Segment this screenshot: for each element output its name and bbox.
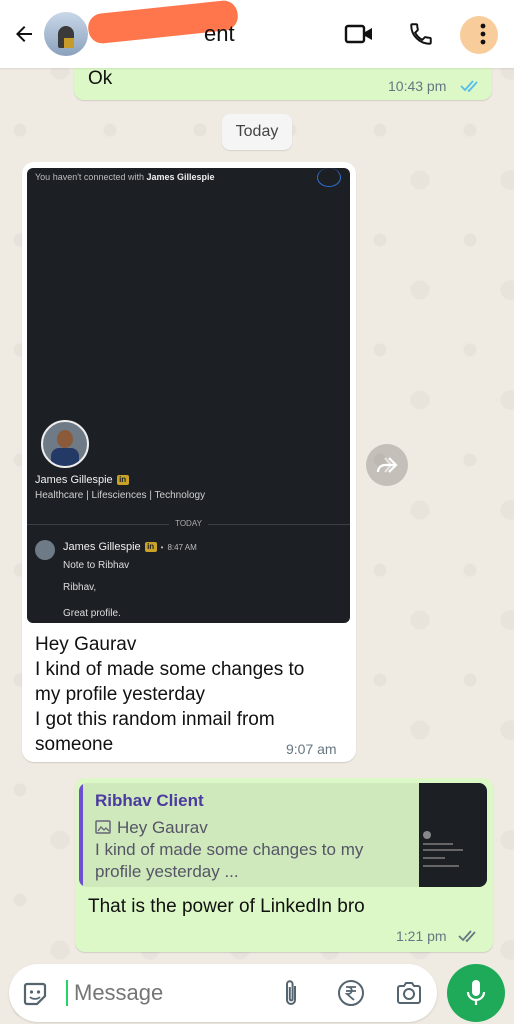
linkedin-badge-icon: in [144, 542, 157, 552]
linkedin-body-line: Ribhav, [63, 582, 97, 593]
voice-record-button[interactable] [447, 964, 505, 1022]
video-call-button[interactable] [328, 12, 390, 56]
voice-call-button[interactable] [390, 12, 452, 56]
image-icon [95, 820, 111, 834]
more-options-button[interactable] [452, 12, 514, 56]
screenshot-connection-note: You haven't connected with James Gillesp… [35, 172, 215, 182]
linkedin-badge-icon: in [116, 475, 129, 485]
read-ticks-icon [460, 80, 478, 93]
sticker-button[interactable] [21, 980, 49, 1013]
contact-avatar[interactable] [44, 12, 88, 56]
linkedin-subject: Note to Ribhav [63, 560, 130, 571]
linkedin-sender-avatar [35, 540, 55, 560]
mic-icon [466, 980, 486, 1005]
message-text: Ok [88, 68, 113, 89]
message-time: 9:07 am [286, 741, 337, 757]
rupee-payment-icon [338, 980, 364, 1006]
quoted-sender-name: Ribhav Client [95, 791, 204, 810]
linkedin-profile-name: James Gillespie in [35, 474, 129, 486]
message-composer [9, 964, 437, 1022]
camera-button[interactable] [393, 977, 425, 1009]
text-cursor [66, 980, 68, 1006]
message-time: 1:21 pm [396, 928, 447, 944]
linkedin-sender: James Gillespie in • 8:47 AM [63, 541, 197, 553]
attach-icon [286, 980, 296, 1005]
delivered-ticks-icon [458, 930, 476, 943]
linkedin-profile-avatar [41, 420, 89, 468]
video-call-icon [344, 24, 372, 44]
quoted-message[interactable]: Ribhav Client Hey Gaurav I kind of made … [79, 783, 487, 887]
screenshot-profile-icon [317, 168, 341, 187]
linkedin-headline: Healthcare | Lifesciences | Technology [35, 490, 206, 501]
forward-icon [376, 457, 398, 473]
back-arrow-icon [16, 26, 32, 42]
voice-call-icon [410, 23, 432, 45]
chat-header: ent [0, 0, 514, 68]
forward-button[interactable] [366, 444, 408, 486]
message-input[interactable] [72, 979, 276, 1007]
message-time: 10:43 pm [388, 78, 447, 94]
message-text: That is the power of LinkedIn bro [88, 896, 365, 917]
sticker-icon [23, 982, 47, 1006]
linkedin-date-label: TODAY [27, 519, 350, 528]
date-separator: Today [222, 114, 292, 150]
quoted-text: Hey Gaurav I kind of made some changes t… [95, 818, 364, 881]
payment-button[interactable] [335, 977, 367, 1009]
attach-button[interactable] [275, 977, 307, 1009]
back-button[interactable] [4, 14, 44, 54]
linkedin-body-line: Great profile. [63, 608, 121, 619]
more-options-icon [480, 23, 486, 45]
quoted-image-thumbnail [419, 783, 487, 887]
contact-name[interactable]: ent [86, 0, 270, 47]
linkedin-screenshot-image[interactable]: You haven't connected with James Gillesp… [27, 168, 350, 623]
message-text: Hey Gaurav I kind of made some changes t… [35, 634, 305, 755]
camera-icon [397, 982, 421, 1004]
